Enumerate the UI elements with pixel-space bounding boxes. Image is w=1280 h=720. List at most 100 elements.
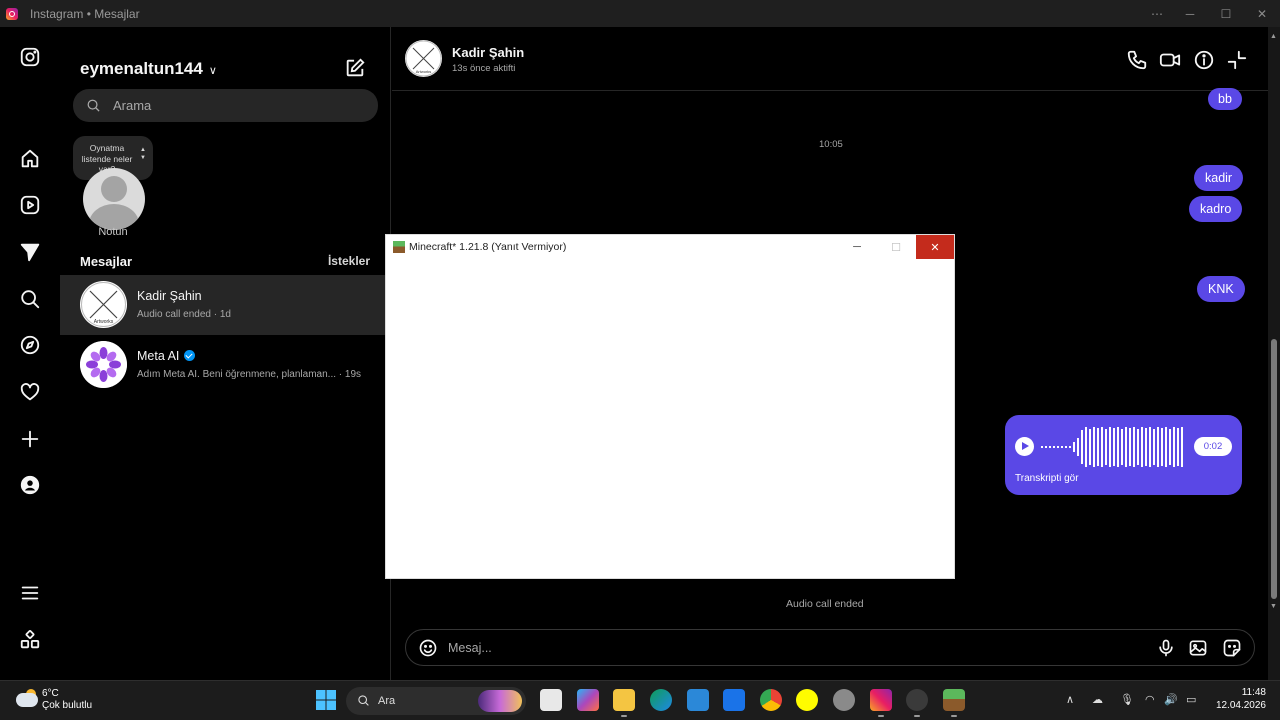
scroll-up-icon[interactable]: ▲ (1270, 33, 1277, 40)
wifi-icon[interactable]: ◠ (1145, 693, 1155, 706)
phone-icon[interactable] (1126, 49, 1148, 71)
new-message-icon[interactable] (344, 57, 366, 79)
weather-temp: 6°C (42, 688, 59, 699)
close-button[interactable]: ✕ (1244, 0, 1280, 27)
microphone-tray-icon[interactable]: 🎙 (1120, 693, 1134, 706)
inbox-panel: eymenaltun144 ∨ Arama Oynatma listende ne… (60, 27, 391, 680)
minecraft-window-title: Minecraft* 1.21.8 (Yanıt Vermiyor) (409, 241, 567, 253)
search-icon (87, 99, 100, 112)
maximize-button[interactable]: ☐ (1208, 0, 1244, 27)
instagram-window: Instagram • Mesajlar ⋯ ─ ☐ ✕ eymenaltun1… (0, 0, 1280, 680)
task-view-icon[interactable] (540, 689, 562, 711)
menu-icon[interactable] (14, 577, 46, 609)
chrome-icon[interactable] (760, 689, 782, 711)
message-bubble[interactable]: KNK (1197, 276, 1245, 302)
message-input-placeholder: Mesaj... (448, 641, 492, 655)
explore-icon[interactable] (14, 329, 46, 361)
chevron-down-icon: ∨ (208, 65, 217, 77)
running-indicator (621, 715, 627, 717)
conversation-name: Meta AI (137, 349, 180, 363)
minecraft-titlebar[interactable]: Minecraft* 1.21.8 (Yanıt Vermiyor) ─ ☐ ✕ (386, 235, 954, 259)
view-transcript-link[interactable]: Transkripti gör (1015, 473, 1079, 484)
svg-text:Artworks: Artworks (94, 319, 114, 325)
avatar: Artworks (80, 281, 127, 328)
minecraft-maximize-button[interactable]: ☐ (877, 235, 915, 259)
instagram-logo-icon[interactable] (14, 41, 46, 73)
search-icon (358, 695, 369, 706)
home-icon[interactable] (14, 143, 46, 175)
conversation-preview: Adım Meta AI. Beni öğrenmene, planlaman.… (137, 369, 362, 380)
running-indicator (878, 715, 884, 717)
store-icon[interactable] (687, 689, 709, 711)
note-avatar[interactable] (83, 168, 145, 230)
search-highlight-image (478, 690, 522, 712)
scroll-thumb[interactable] (1271, 339, 1277, 599)
mail-icon[interactable] (723, 689, 745, 711)
note-label: Notun (98, 226, 128, 238)
system-clock[interactable]: 11:48 12.04.2026 (1212, 686, 1266, 712)
contact-avatar[interactable]: Artworks (405, 40, 442, 77)
conversation-preview: Audio call ended · 1d (137, 309, 231, 320)
video-call-icon[interactable] (1159, 49, 1181, 71)
message-bubble[interactable]: bb (1208, 88, 1242, 110)
play-icon[interactable] (1015, 437, 1034, 456)
conversation-item[interactable]: Artworks Kadir Şahin Audio call ended · … (60, 275, 385, 335)
sort-arrows-icon: ▲ ▼ (140, 147, 146, 161)
image-icon[interactable] (1188, 638, 1208, 658)
onedrive-icon[interactable]: ☁ (1092, 693, 1103, 706)
conversation-name-row: Meta AI (137, 349, 196, 363)
messages-section-title: Mesajlar (80, 254, 133, 269)
search-input[interactable]: Arama (73, 89, 378, 122)
edge-icon[interactable] (650, 689, 672, 711)
heart-icon[interactable] (14, 376, 46, 408)
collapse-icon[interactable] (1226, 49, 1248, 71)
message-bubble[interactable]: kadro (1189, 196, 1243, 222)
start-icon[interactable] (315, 689, 337, 711)
messages-icon[interactable] (14, 236, 46, 268)
profile-icon[interactable] (14, 469, 46, 501)
chatgpt-icon[interactable] (906, 689, 928, 711)
title-bar: Instagram • Mesajlar ⋯ ─ ☐ ✕ (0, 0, 1280, 27)
contact-name[interactable]: Kadir Şahin (452, 45, 524, 60)
taskbar-search[interactable]: Ara (346, 687, 526, 715)
sticker-icon[interactable] (1222, 638, 1242, 658)
instagram-app-icon (6, 7, 18, 20)
minecraft-minimize-button[interactable]: ─ (838, 235, 876, 259)
minimize-button[interactable]: ─ (1172, 0, 1208, 27)
clock-time: 11:48 (1241, 687, 1266, 698)
conversation-item[interactable]: Meta AI Adım Meta AI. Beni öğrenmene, pl… (60, 335, 385, 395)
clock-date: 12.04.2026 (1215, 700, 1266, 711)
tray-overflow-icon[interactable]: ∧ (1066, 693, 1074, 706)
search-icon[interactable] (14, 283, 46, 315)
apps-icon[interactable] (14, 624, 46, 656)
voice-message: 0:02 Transkripti gör (1005, 415, 1242, 495)
window-title: Instagram • Mesajlar (30, 6, 140, 21)
message-composer[interactable]: Mesaj... (405, 629, 1255, 666)
call-ended-notice: Audio call ended (786, 598, 864, 610)
more-options-button[interactable]: ⋯ (1142, 0, 1172, 27)
emoji-icon[interactable] (418, 638, 438, 658)
minecraft-close-button[interactable]: ✕ (916, 235, 954, 259)
settings-icon[interactable] (833, 689, 855, 711)
volume-icon[interactable]: 🔊 (1164, 693, 1178, 706)
instagram-taskbar-icon[interactable] (870, 689, 892, 711)
copilot-icon[interactable] (577, 689, 599, 711)
running-indicator (914, 715, 920, 717)
minecraft-taskbar-icon[interactable] (943, 689, 965, 711)
snapchat-icon[interactable] (796, 689, 818, 711)
verified-badge-icon (184, 350, 196, 361)
create-icon[interactable] (14, 423, 46, 455)
reels-icon[interactable] (14, 189, 46, 221)
account-switcher[interactable]: eymenaltun144 ∨ (80, 59, 217, 79)
conversation-name: Kadir Şahin (137, 289, 202, 303)
file-explorer-icon[interactable] (613, 689, 635, 711)
voice-duration: 0:02 (1194, 437, 1232, 456)
chat-scrollbar[interactable]: ▲ ▼ (1268, 27, 1280, 680)
message-bubble[interactable]: kadir (1194, 165, 1244, 191)
requests-link[interactable]: İstekler (328, 254, 370, 268)
info-icon[interactable] (1193, 49, 1215, 71)
microphone-icon[interactable] (1156, 638, 1176, 658)
scroll-down-icon[interactable]: ▼ (1270, 603, 1277, 610)
battery-icon[interactable]: ▭ (1186, 693, 1196, 706)
username-label: eymenaltun144 (80, 59, 203, 78)
